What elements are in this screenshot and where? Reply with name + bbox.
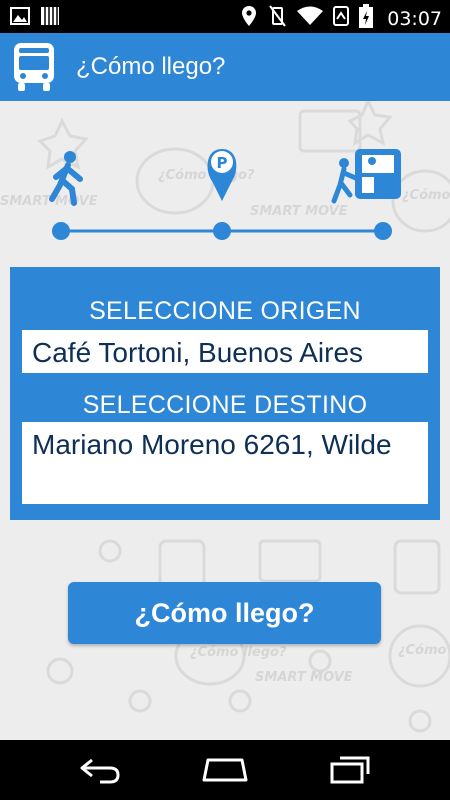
walking-person-icon [49,151,83,206]
svg-text:P: P [217,154,228,172]
origin-label: SELECCIONE ORIGEN [89,297,361,325]
vibrate-off-icon [267,5,287,32]
recents-icon[interactable] [328,754,372,791]
back-icon[interactable] [78,754,122,791]
main-content: ¿Cómo llego? ¿Cómo llego? ¿Cómo llego? ¿… [0,101,450,740]
step-dot [374,222,392,240]
watermark-text: ¿Cómo llego? [398,643,450,658]
bus-icon [12,41,56,98]
status-bar: 03:07 [0,0,450,33]
destination-label: SELECCIONE DESTINO [82,391,368,419]
parking-pin-icon: P [207,149,237,201]
destination-field[interactable]: Mariano Moreno 6261, Wilde [22,422,428,504]
wifi-icon [297,6,324,31]
image-icon [10,6,30,31]
app-bar: ¿Cómo llego? [0,33,450,101]
step-dot [213,222,231,240]
grid-icon [40,6,60,31]
battery-icon [359,4,374,33]
como-llego-button[interactable]: ¿Cómo llego? [68,582,381,644]
route-form-panel: SELECCIONE ORIGEN Café Tortoni, Buenos A… [10,267,440,520]
data-icon [333,5,350,32]
home-icon[interactable] [200,754,250,791]
navigation-bar [0,740,450,800]
bus-boarding-icon [331,149,401,204]
clock: 03:07 [387,7,442,30]
watermark-text: SMART MOVE [255,670,353,685]
app-title: ¿Cómo llego? [76,53,226,80]
watermark-text: ¿Cómo llego? [190,645,287,660]
location-icon [241,5,257,32]
origin-field[interactable]: Café Tortoni, Buenos Aires [22,330,428,373]
steps-illustration: P [49,149,401,240]
step-dot [52,222,70,240]
